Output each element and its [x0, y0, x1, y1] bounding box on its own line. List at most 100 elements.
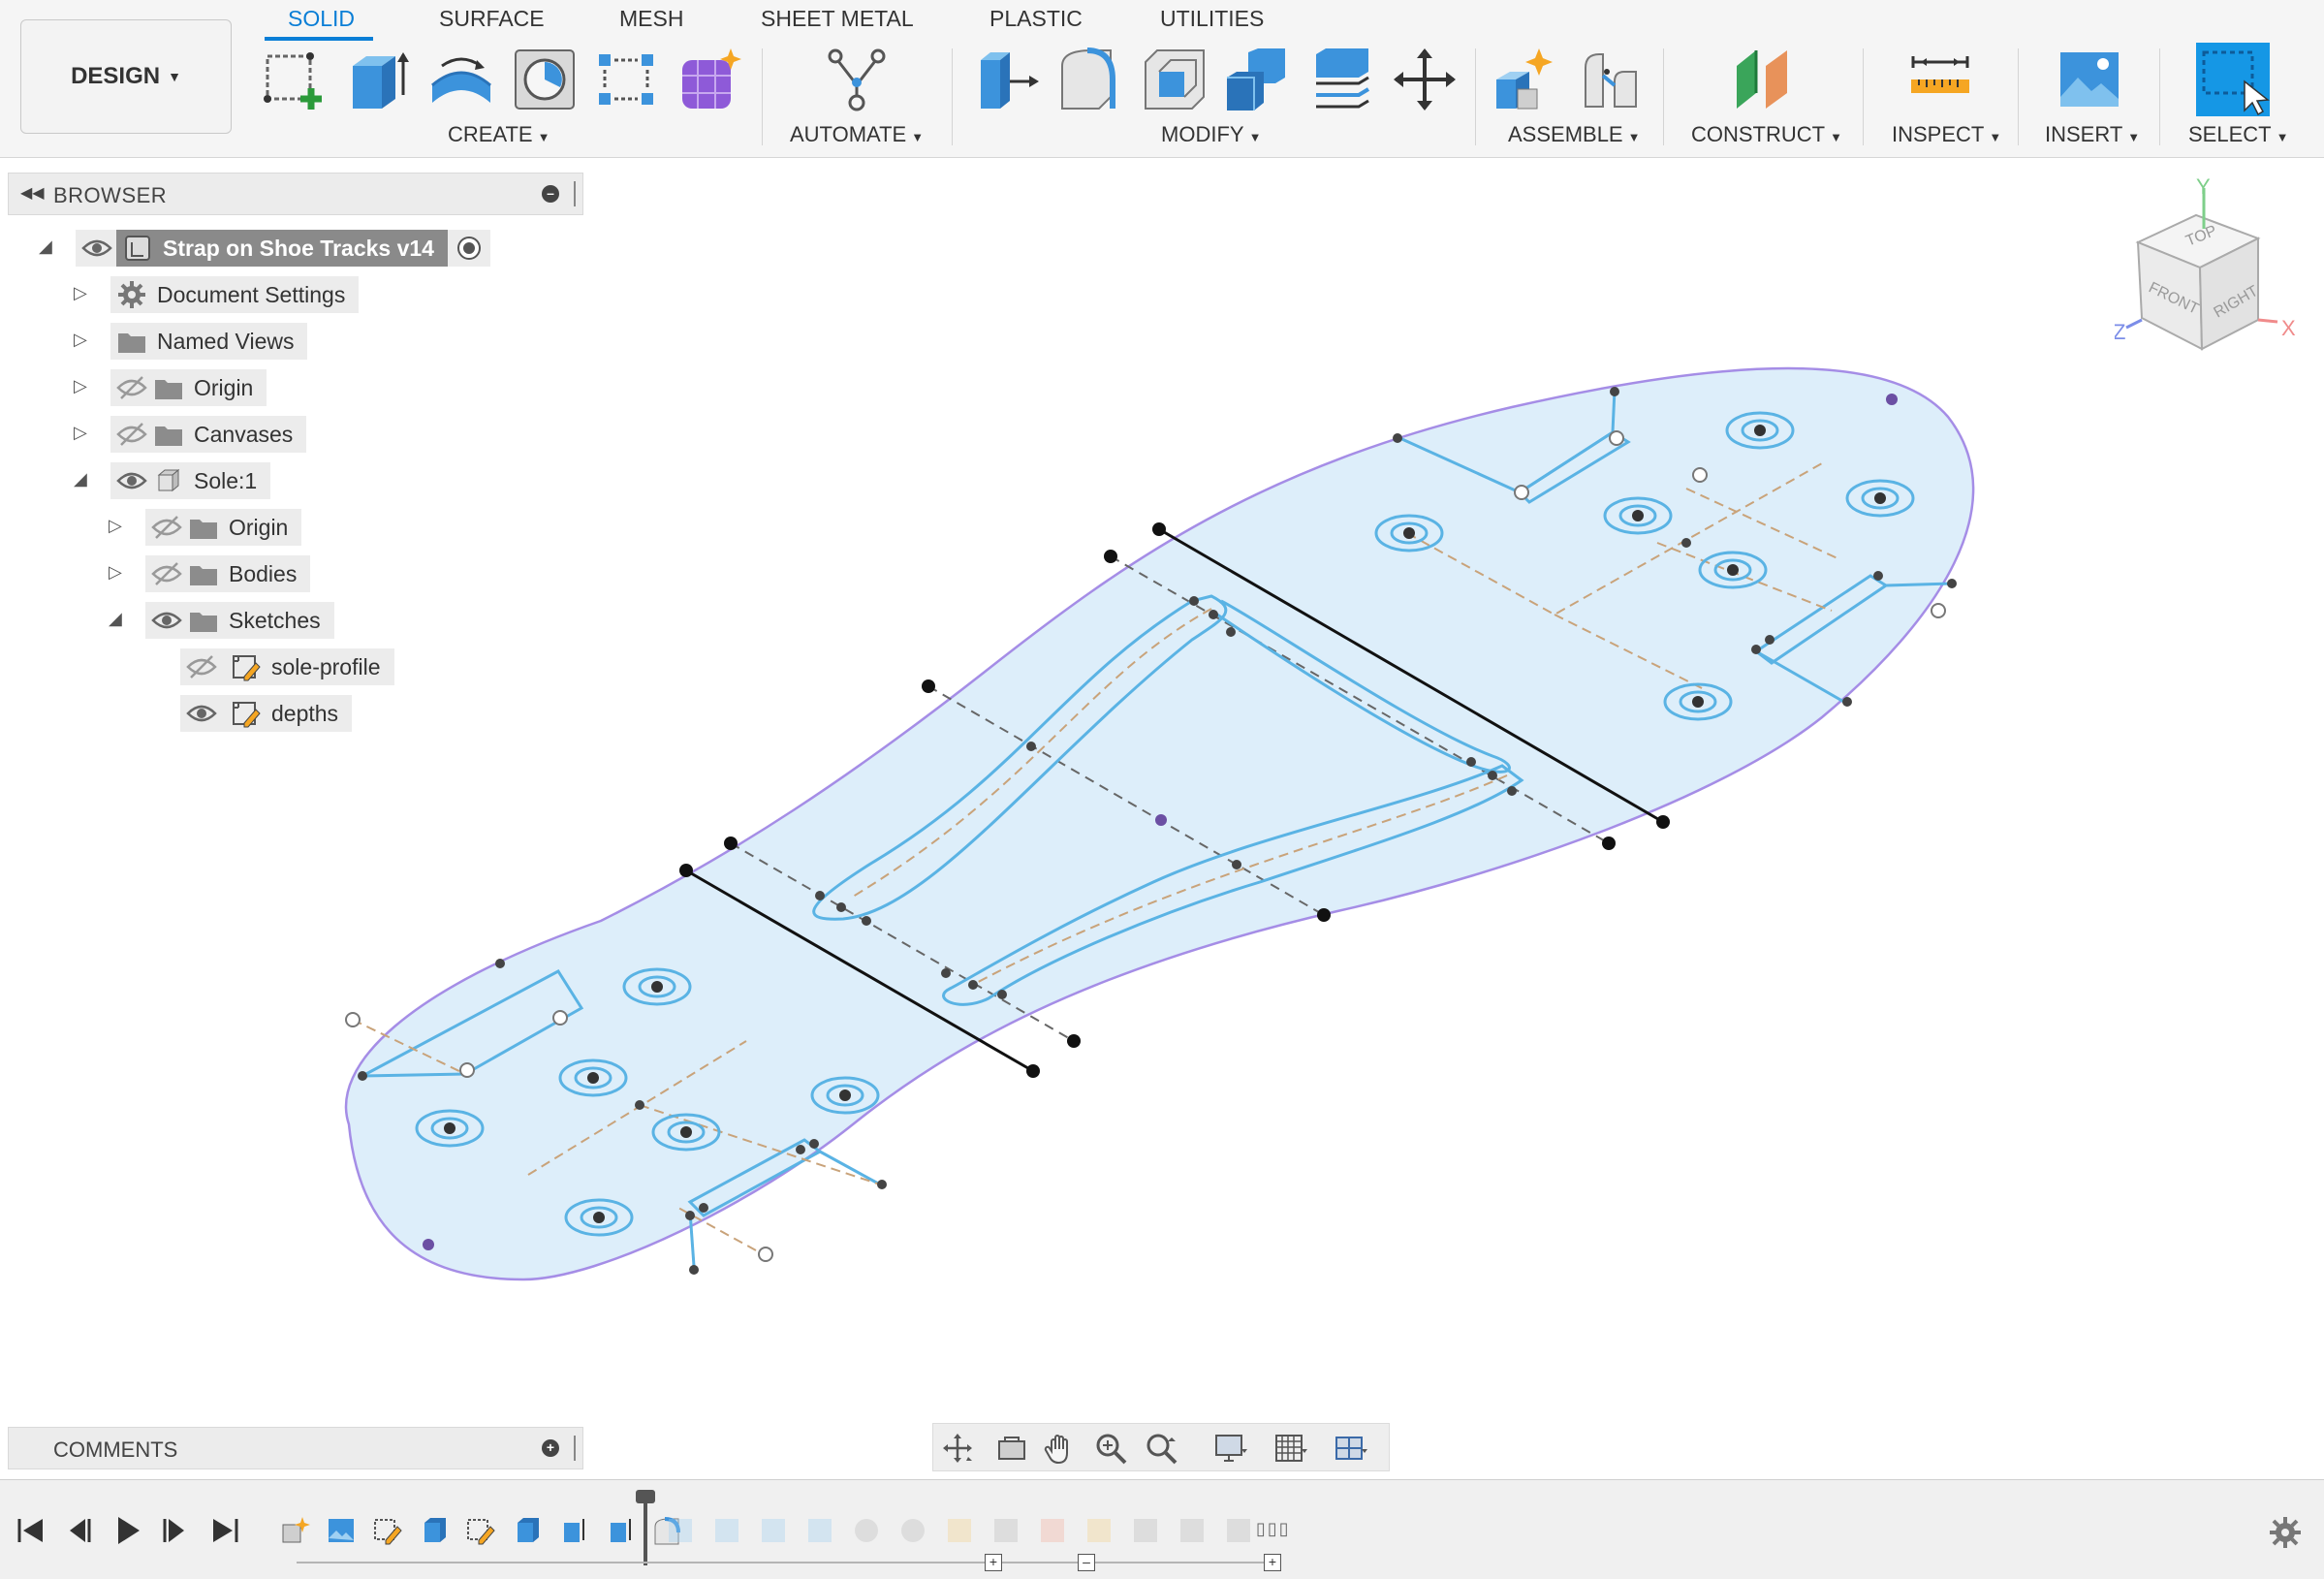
timeline-sketch-icon[interactable]: [372, 1515, 403, 1546]
automate-menu[interactable]: AUTOMATE ▼: [790, 122, 924, 147]
timeline-marker-handle[interactable]: [636, 1490, 655, 1503]
joint-icon[interactable]: [1578, 47, 1644, 112]
collapsed-arrow-icon[interactable]: ▷: [109, 562, 122, 583]
fillet-icon[interactable]: [1058, 47, 1124, 112]
collapsed-arrow-icon[interactable]: ▷: [74, 330, 87, 350]
minimize-icon[interactable]: –: [542, 185, 559, 203]
expanded-arrow-icon[interactable]: ◢: [39, 237, 52, 257]
select-icon[interactable]: [2196, 43, 2270, 116]
timeline-press-pull-icon[interactable]: [558, 1515, 589, 1546]
timeline-marker[interactable]: [644, 1498, 647, 1565]
collapse-panel-icon[interactable]: ◀◀: [20, 183, 45, 203]
hidden-eye-icon[interactable]: [151, 558, 182, 589]
eye-icon[interactable]: [81, 233, 112, 264]
timeline-group-marker[interactable]: +: [985, 1554, 1002, 1571]
expanded-arrow-icon[interactable]: ◢: [74, 469, 87, 489]
form-icon[interactable]: [676, 47, 742, 112]
tab-sheet-metal[interactable]: SHEET METAL: [761, 6, 914, 32]
timeline-canvas-icon[interactable]: [326, 1515, 357, 1546]
replace-face-icon[interactable]: [1308, 47, 1374, 112]
collapsed-arrow-icon[interactable]: ▷: [74, 376, 87, 396]
comments-panel-header[interactable]: COMMENTS +: [8, 1427, 583, 1469]
play-icon[interactable]: [110, 1513, 145, 1548]
expanded-arrow-icon[interactable]: ◢: [109, 609, 122, 629]
timeline-extrude-icon[interactable]: [419, 1515, 450, 1546]
hidden-eye-icon[interactable]: [151, 512, 182, 543]
orbit-icon[interactable]: [939, 1430, 976, 1467]
timeline-press-pull-icon[interactable]: [605, 1515, 636, 1546]
suppressed-features[interactable]: [667, 1515, 1268, 1546]
timeline-extrude-icon[interactable]: [512, 1515, 543, 1546]
go-to-start-icon[interactable]: [14, 1513, 48, 1548]
tree-item-canvases[interactable]: Canvases: [110, 415, 307, 454]
press-pull-icon[interactable]: [975, 47, 1041, 112]
modify-menu[interactable]: MODIFY ▼: [1161, 122, 1261, 147]
create-sketch-icon[interactable]: [260, 47, 326, 112]
workspace-switcher[interactable]: DESIGN ▼: [20, 19, 232, 134]
tree-item-sole-origin[interactable]: Origin: [145, 508, 302, 547]
hole-icon[interactable]: [512, 47, 578, 112]
activate-radio-icon[interactable]: [454, 233, 485, 264]
step-back-icon[interactable]: [62, 1513, 97, 1548]
inspect-menu[interactable]: INSPECT ▼: [1892, 122, 2001, 147]
insert-menu[interactable]: INSERT ▼: [2045, 122, 2140, 147]
pattern-icon[interactable]: [593, 47, 659, 112]
create-menu[interactable]: CREATE ▼: [448, 122, 550, 147]
tree-item-sole[interactable]: Sole:1: [110, 461, 271, 500]
go-to-end-icon[interactable]: [207, 1513, 242, 1548]
tree-item-root[interactable]: Strap on Shoe Tracks v14: [76, 229, 490, 268]
revolve-icon[interactable]: [428, 47, 494, 112]
eye-icon[interactable]: [186, 698, 217, 729]
zoom-icon[interactable]: [1092, 1430, 1129, 1467]
resize-grip[interactable]: [574, 181, 579, 206]
insert-image-icon[interactable]: [2057, 47, 2122, 112]
tree-item-sketches[interactable]: Sketches: [145, 601, 334, 640]
tab-plastic[interactable]: PLASTIC: [989, 6, 1083, 32]
hidden-eye-icon[interactable]: [186, 651, 217, 682]
timeline-sketch-icon[interactable]: [465, 1515, 496, 1546]
offset-plane-icon[interactable]: [1731, 47, 1797, 112]
timeline-group-marker[interactable]: –: [1078, 1554, 1095, 1571]
timeline-settings-gear-icon[interactable]: [2268, 1515, 2303, 1550]
extrude-icon[interactable]: [345, 47, 411, 112]
eye-icon[interactable]: [116, 465, 147, 496]
select-menu[interactable]: SELECT ▼: [2188, 122, 2288, 147]
more-features-icon[interactable]: ▯▯▯: [1256, 1519, 1291, 1539]
measure-icon[interactable]: [1907, 47, 1973, 112]
tab-surface[interactable]: SURFACE: [439, 6, 545, 32]
look-at-icon[interactable]: [993, 1430, 1030, 1467]
hidden-eye-icon[interactable]: [116, 419, 147, 450]
browser-panel-header[interactable]: ◀◀ BROWSER –: [8, 173, 583, 215]
timeline-component-icon[interactable]: [279, 1515, 310, 1546]
move-copy-icon[interactable]: [1392, 47, 1458, 112]
combine-icon[interactable]: [1223, 47, 1289, 112]
collapsed-arrow-icon[interactable]: ▷: [109, 516, 122, 536]
step-forward-icon[interactable]: [157, 1513, 192, 1548]
eye-icon[interactable]: [151, 605, 182, 636]
display-settings-icon[interactable]: [1212, 1430, 1249, 1467]
zoom-window-icon[interactable]: [1143, 1430, 1179, 1467]
grid-settings-icon[interactable]: [1272, 1430, 1309, 1467]
tree-item-document-settings[interactable]: Document Settings: [110, 275, 360, 314]
add-comment-icon[interactable]: +: [542, 1439, 559, 1457]
tree-item-origin[interactable]: Origin: [110, 368, 267, 407]
automate-icon[interactable]: [824, 47, 890, 112]
shell-icon[interactable]: [1142, 47, 1208, 112]
construct-menu[interactable]: CONSTRUCT ▼: [1691, 122, 1842, 147]
sketch-viewport[interactable]: [330, 349, 1996, 1299]
collapsed-arrow-icon[interactable]: ▷: [74, 423, 87, 443]
new-component-icon[interactable]: [1492, 47, 1558, 112]
resize-grip[interactable]: [574, 1436, 579, 1461]
tab-solid[interactable]: SOLID: [288, 6, 355, 32]
viewports-icon[interactable]: [1333, 1430, 1369, 1467]
assemble-menu[interactable]: ASSEMBLE ▼: [1508, 122, 1640, 147]
pan-hand-icon[interactable]: [1042, 1430, 1079, 1467]
tab-mesh[interactable]: MESH: [619, 6, 683, 32]
tree-item-bodies[interactable]: Bodies: [145, 554, 311, 593]
tree-item-sketch-depths[interactable]: depths: [180, 694, 353, 733]
timeline-group-marker[interactable]: +: [1264, 1554, 1281, 1571]
tree-item-named-views[interactable]: Named Views: [110, 322, 308, 361]
collapsed-arrow-icon[interactable]: ▷: [74, 283, 87, 303]
viewcube[interactable]: TOP FRONT RIGHT Y Z X: [2115, 176, 2308, 361]
tab-utilities[interactable]: UTILITIES: [1160, 6, 1264, 32]
